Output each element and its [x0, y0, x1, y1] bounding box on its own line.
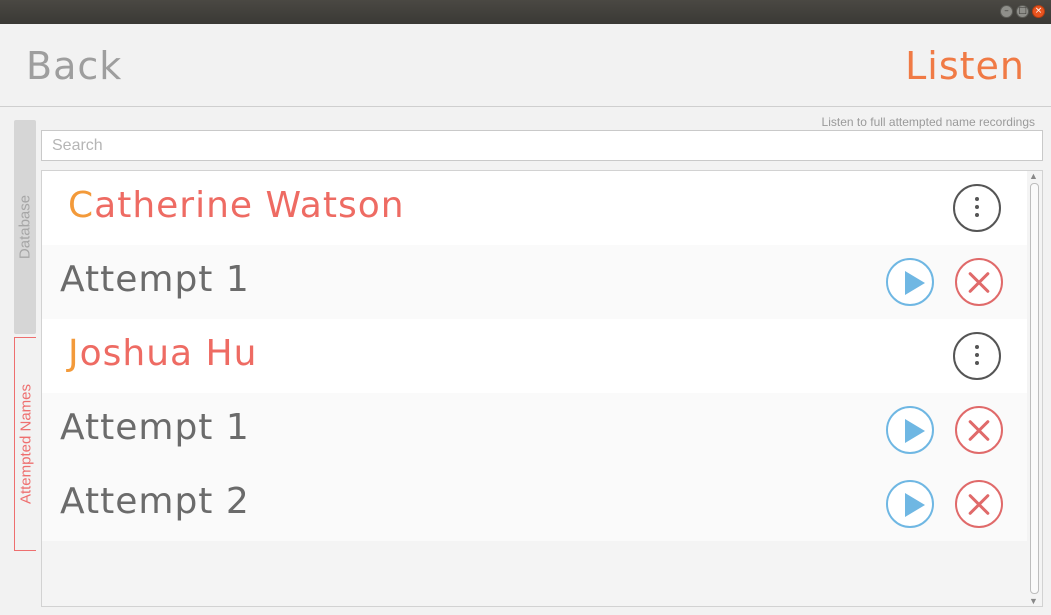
attempt-label: Attempt 1 [60, 259, 250, 300]
close-window-button[interactable]: × [1032, 5, 1045, 18]
attempt-label: Attempt 2 [60, 481, 250, 522]
delete-x-icon[interactable] [955, 258, 1003, 306]
minimize-window-button[interactable]: – [1000, 5, 1013, 18]
scrollbar-thumb[interactable] [1030, 183, 1039, 594]
tab-attempted-names[interactable]: Attempted Names [14, 337, 36, 551]
back-button[interactable]: Back [26, 44, 122, 88]
vertical-scrollbar[interactable]: ▲ ▼ [1027, 171, 1041, 606]
list-item-attempt: Attempt 2 [42, 467, 1028, 541]
more-vertical-icon [975, 197, 979, 201]
tab-database-label: Database [16, 194, 34, 260]
search-input[interactable] [41, 130, 1043, 161]
hint-text: Listen to full attempted name recordings [821, 115, 1035, 129]
attempt-label: Attempt 1 [60, 407, 250, 448]
list-item-name: Catherine Watson [42, 171, 1028, 245]
more-options-button[interactable] [953, 184, 1001, 232]
tab-attempted-names-label: Attempted Names [17, 383, 34, 505]
list-item-attempt: Attempt 1 [42, 393, 1028, 467]
scroll-down-icon[interactable]: ▼ [1029, 596, 1038, 606]
scroll-up-icon[interactable]: ▲ [1029, 171, 1038, 181]
play-icon[interactable] [886, 258, 934, 306]
title-bar: – □ × [0, 0, 1051, 24]
list-item-name: Joshua Hu [42, 319, 1028, 393]
more-options-button[interactable] [953, 332, 1001, 380]
name-label: Joshua Hu [68, 333, 258, 374]
name-label: Catherine Watson [68, 185, 405, 226]
more-vertical-icon [975, 205, 979, 209]
maximize-window-button[interactable]: □ [1016, 5, 1029, 18]
more-vertical-icon [975, 213, 979, 217]
more-vertical-icon [975, 345, 979, 349]
attempt-list: Catherine Watson Attempt 1 Joshua Hu Att… [41, 170, 1043, 607]
header: Back Listen [0, 24, 1051, 107]
delete-x-icon[interactable] [955, 406, 1003, 454]
more-vertical-icon [975, 353, 979, 357]
delete-x-icon[interactable] [955, 480, 1003, 528]
play-icon[interactable] [886, 480, 934, 528]
tab-database[interactable]: Database [14, 120, 36, 334]
more-vertical-icon [975, 361, 979, 365]
list-item-attempt: Attempt 1 [42, 245, 1028, 319]
page-title: Listen [905, 44, 1025, 88]
play-icon[interactable] [886, 406, 934, 454]
